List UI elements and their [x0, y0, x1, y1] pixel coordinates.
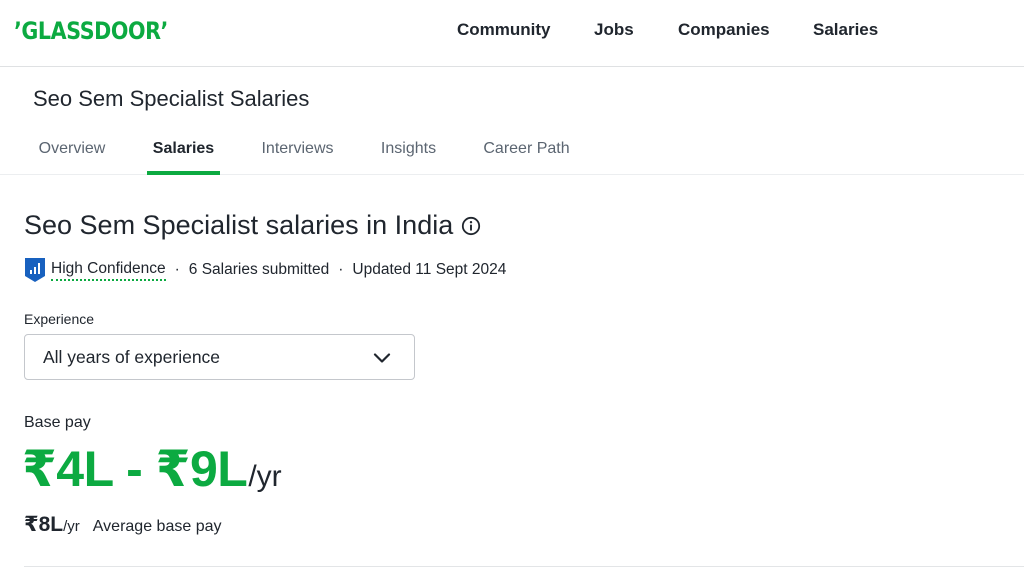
separator-dot: · [174, 261, 180, 278]
updated-date: Updated 11 Sept 2024 [352, 261, 507, 278]
tab-salaries[interactable]: Salaries [147, 122, 220, 175]
divider [24, 566, 1024, 567]
nav-companies[interactable]: Companies [678, 0, 770, 60]
shield-bar-chart-icon [25, 258, 45, 282]
logo-text: ’GLASSDOOR’ [14, 17, 168, 45]
average-base-pay-unit: /yr [63, 518, 80, 535]
page-tabs: Overview Salaries Interviews Insights Ca… [0, 122, 1024, 175]
experience-label: Experience [24, 311, 95, 327]
experience-selected-value: All years of experience [43, 346, 221, 367]
average-base-pay-label: Average base pay [92, 518, 222, 535]
base-pay-label: Base pay [24, 414, 91, 431]
base-pay-range-value: ₹4L - ₹9L [22, 441, 248, 497]
tab-interviews[interactable]: Interviews [259, 122, 336, 175]
tab-overview[interactable]: Overview [37, 122, 107, 175]
salaries-heading-text: Seo Sem Specialist salaries in India [24, 210, 454, 240]
top-navigation-bar: ’GLASSDOOR’ Community Jobs Companies Sal… [0, 0, 1024, 67]
confidence-level-link[interactable]: High Confidence [51, 260, 166, 281]
nav-salaries[interactable]: Salaries [813, 0, 878, 60]
base-pay-range-unit: /yr [248, 460, 282, 493]
separator-dot: · [338, 261, 344, 278]
base-pay-range: ₹4L - ₹9L /yr [22, 440, 282, 502]
average-base-pay: ₹8L /yr Average base pay [24, 512, 221, 540]
salary-meta-row: High Confidence · 6 Salaries submitted ·… [24, 256, 506, 284]
nav-community[interactable]: Community [457, 0, 551, 60]
salaries-heading: Seo Sem Specialist salaries in India [24, 210, 481, 241]
experience-dropdown[interactable]: All years of experience [24, 334, 415, 380]
glassdoor-logo[interactable]: ’GLASSDOOR’ [14, 17, 193, 45]
average-base-pay-value: ₹8L [24, 513, 64, 536]
tab-career-path[interactable]: Career Path [482, 122, 571, 175]
chevron-down-icon [373, 353, 391, 363]
page-title: Seo Sem Specialist Salaries [33, 86, 310, 111]
nav-jobs[interactable]: Jobs [594, 0, 634, 60]
info-circle-icon[interactable] [461, 216, 481, 236]
salaries-submitted-count: 6 Salaries submitted [188, 261, 330, 278]
tab-insights[interactable]: Insights [379, 122, 438, 175]
